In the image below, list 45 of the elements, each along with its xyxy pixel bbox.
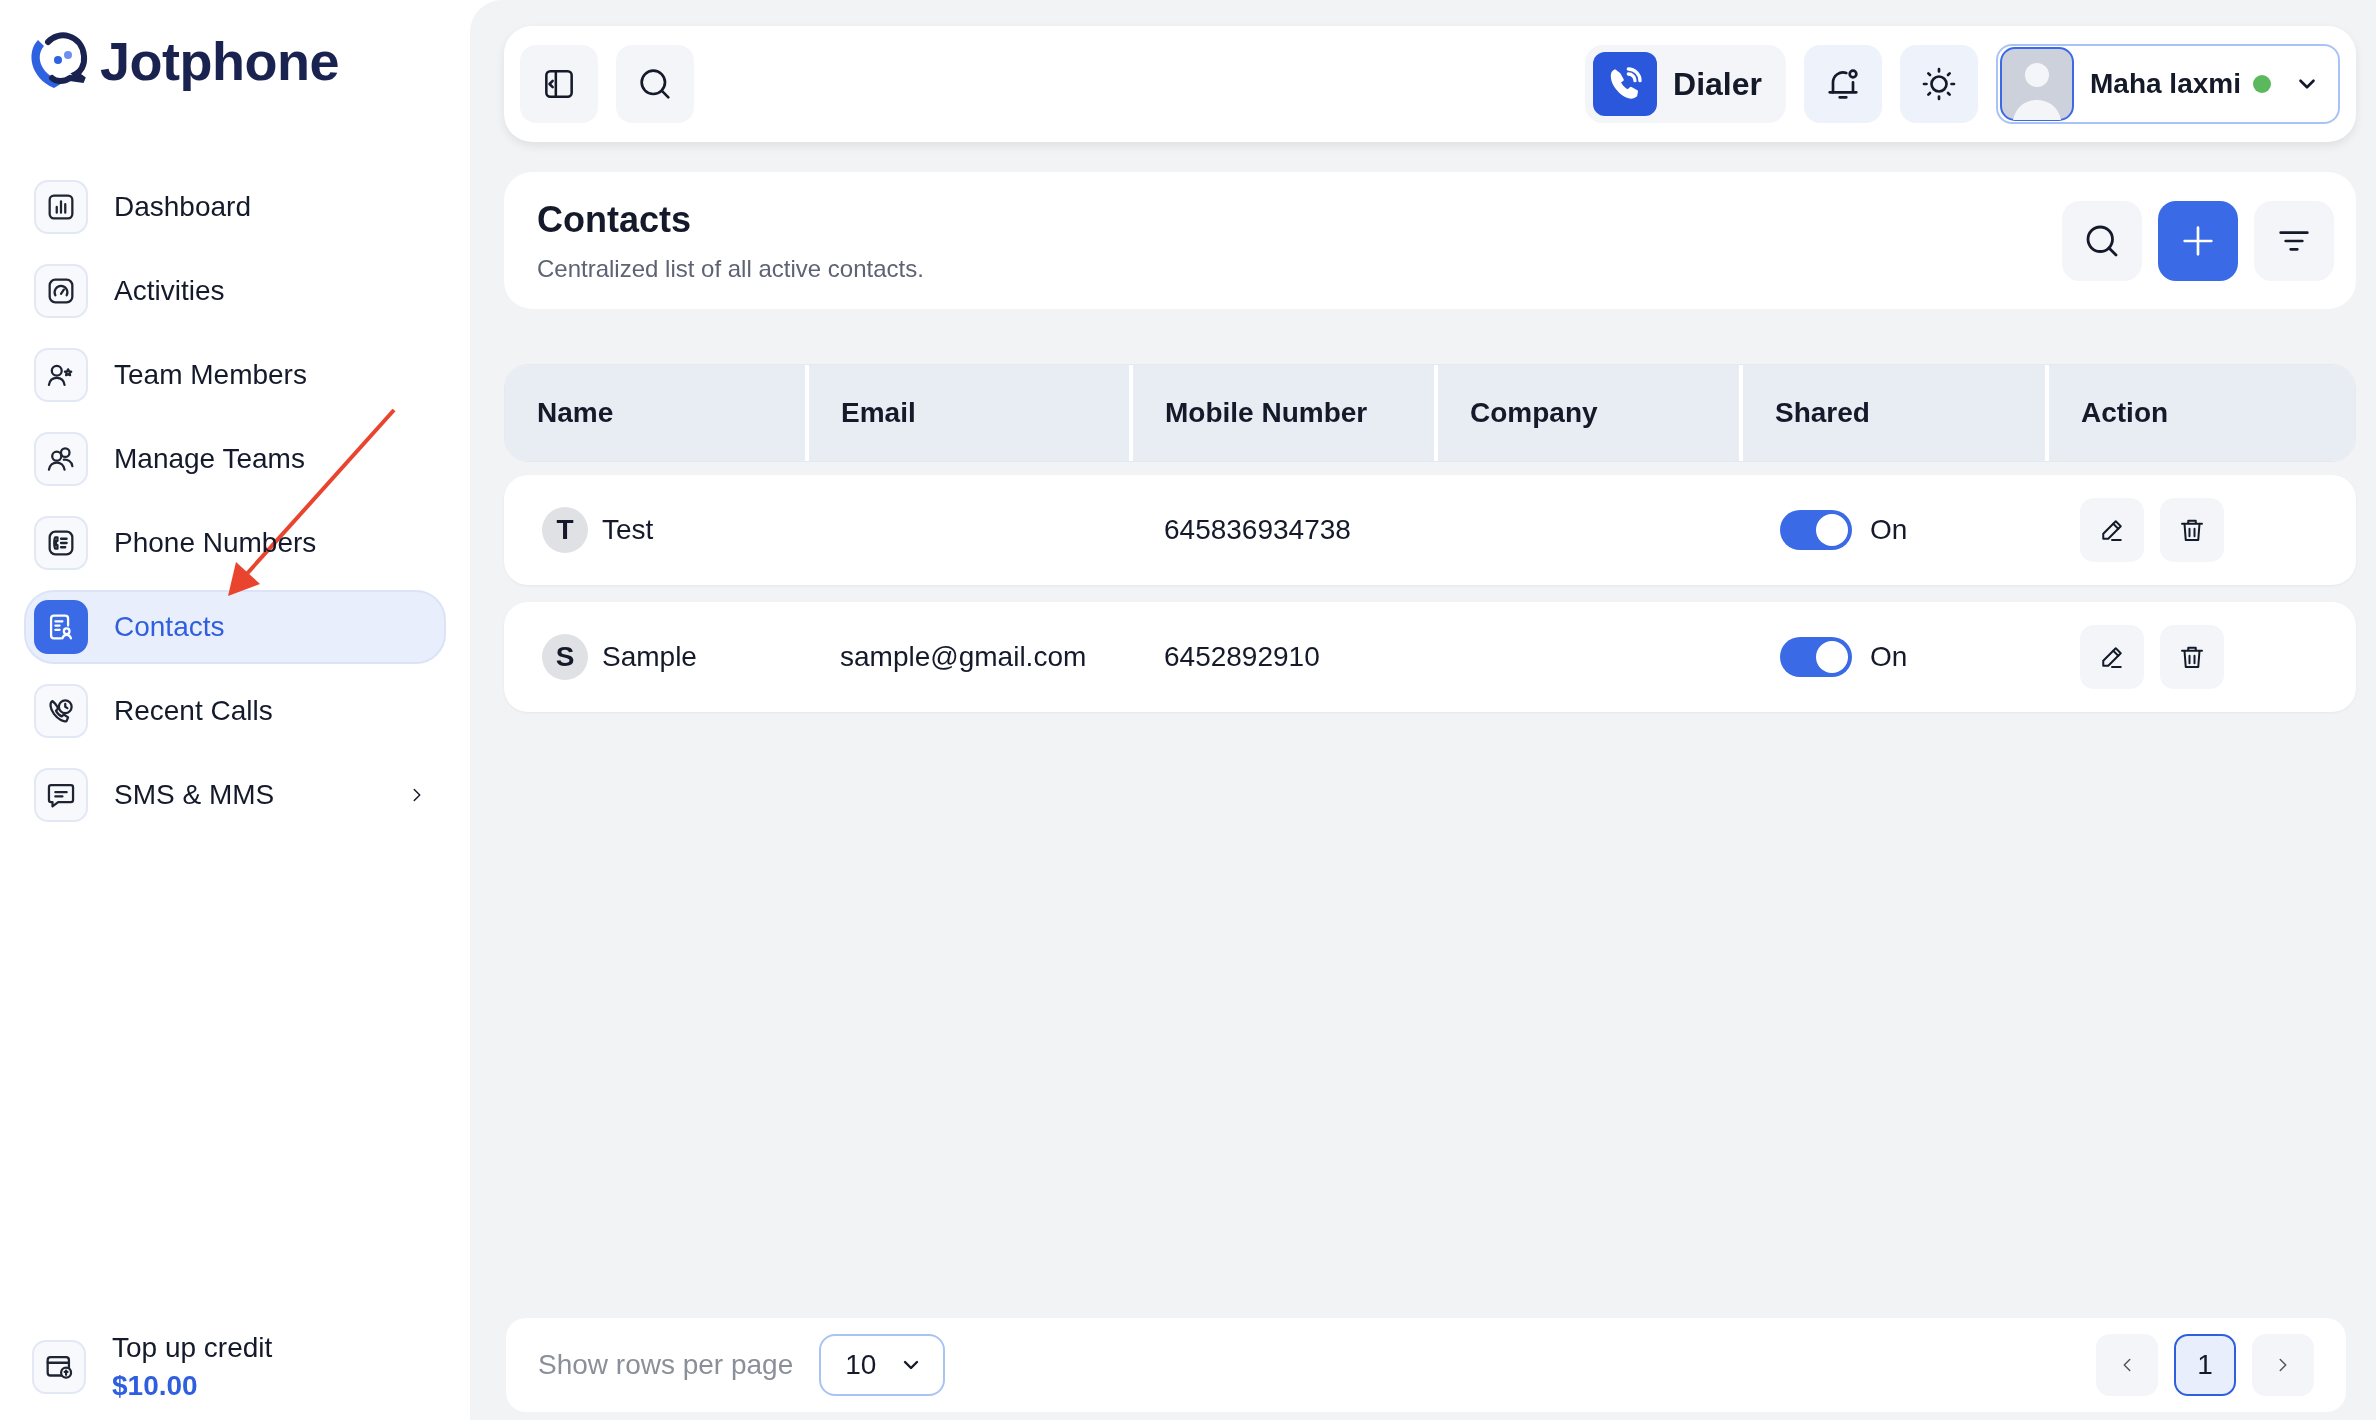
table-cell: sample@gmail.com (840, 641, 1087, 673)
brand-name: Jotphone (100, 30, 339, 92)
filter-button[interactable] (2254, 200, 2334, 281)
theme-toggle-button[interactable] (1900, 45, 1978, 123)
toggle-switch[interactable] (1780, 637, 1852, 677)
column-header: Email (809, 365, 1129, 461)
nav-item[interactable]: Recent Calls (24, 674, 446, 748)
table-cell: 6452892910 (1164, 641, 1320, 673)
table-cell: Sample (602, 641, 697, 673)
nav-item[interactable]: Dashboard (24, 170, 446, 244)
search-button[interactable] (616, 45, 694, 123)
user-menu[interactable]: Maha laxmi (1996, 44, 2340, 124)
nav-item[interactable]: Activities (24, 254, 446, 328)
credit-amount: $10.00 (112, 1370, 199, 1402)
nav-item[interactable]: Manage Teams (24, 422, 446, 496)
rows-per-page-label: Show rows per page (538, 1349, 794, 1381)
column-header: Shared (1743, 365, 2045, 461)
toggle-label: On (1870, 641, 1908, 673)
column-header: Name (505, 365, 805, 461)
dialer-button[interactable]: Dialer (1585, 45, 1786, 123)
rows-per-page-select[interactable]: 10 (819, 1334, 946, 1396)
add-contact-button[interactable] (2158, 200, 2238, 281)
toggle-switch[interactable] (1780, 510, 1852, 550)
nav-item[interactable]: Contacts (24, 590, 446, 664)
edit-button[interactable] (2080, 498, 2144, 562)
delete-button[interactable] (2160, 498, 2224, 562)
column-header: Company (1438, 365, 1739, 461)
credit-label: Top up credit (112, 1332, 273, 1364)
delete-button[interactable] (2160, 625, 2224, 689)
table-cell: 645836934738 (1164, 514, 1351, 546)
page-button[interactable]: 1 (2174, 1334, 2236, 1396)
notifications-button[interactable] (1804, 45, 1882, 123)
column-header: Mobile Number (1133, 365, 1434, 461)
initial-avatar: S (542, 634, 588, 680)
page-subtitle: Centralized list of all active contacts. (537, 254, 924, 283)
table-cell: Test (602, 514, 654, 546)
sidebar-toggle-button[interactable] (520, 45, 598, 123)
column-header: Action (2049, 365, 2355, 461)
edit-button[interactable] (2080, 625, 2144, 689)
page-title: Contacts (537, 198, 693, 241)
toggle-label: On (1870, 514, 1908, 546)
initial-avatar: T (542, 507, 588, 553)
search-button[interactable] (2062, 200, 2142, 281)
nav-item[interactable]: Team Members (24, 338, 446, 412)
nav-item[interactable]: SMS & MMS (24, 758, 446, 832)
